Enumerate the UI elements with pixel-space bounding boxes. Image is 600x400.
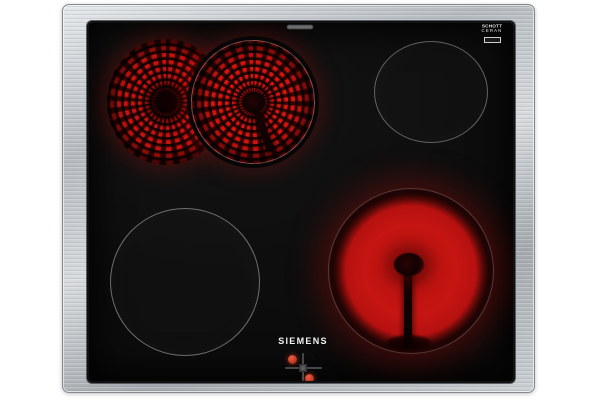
glass-surface: SCHOTT CERAN SIEMENS — [89, 23, 513, 381]
sensor-hub-icon — [242, 92, 266, 113]
cooktop-frame: SCHOTT CERAN SIEMENS — [62, 4, 535, 393]
zone-rear-right — [374, 41, 488, 143]
sensor-hub-icon — [394, 253, 424, 276]
indicator-dot-right — [305, 374, 314, 381]
zone-front-right — [328, 188, 494, 354]
glass-brand-line2: CERAN — [481, 29, 503, 34]
indicator-dot-left — [288, 355, 297, 364]
glass-brand-logo: SCHOTT CERAN — [477, 24, 507, 43]
control-cross-vertical — [302, 353, 304, 381]
model-number-text — [287, 25, 313, 29]
control-center-key — [299, 364, 307, 372]
sensor-stem-icon — [404, 269, 412, 347]
product-photo: SCHOTT CERAN SIEMENS — [0, 0, 600, 400]
zone-front-left — [110, 208, 260, 356]
control-cross-horizontal — [285, 367, 322, 369]
glass-cert-mark — [483, 37, 501, 43]
zone-rear-left-main — [191, 40, 315, 164]
siemens-wordmark: SIEMENS — [278, 336, 328, 346]
